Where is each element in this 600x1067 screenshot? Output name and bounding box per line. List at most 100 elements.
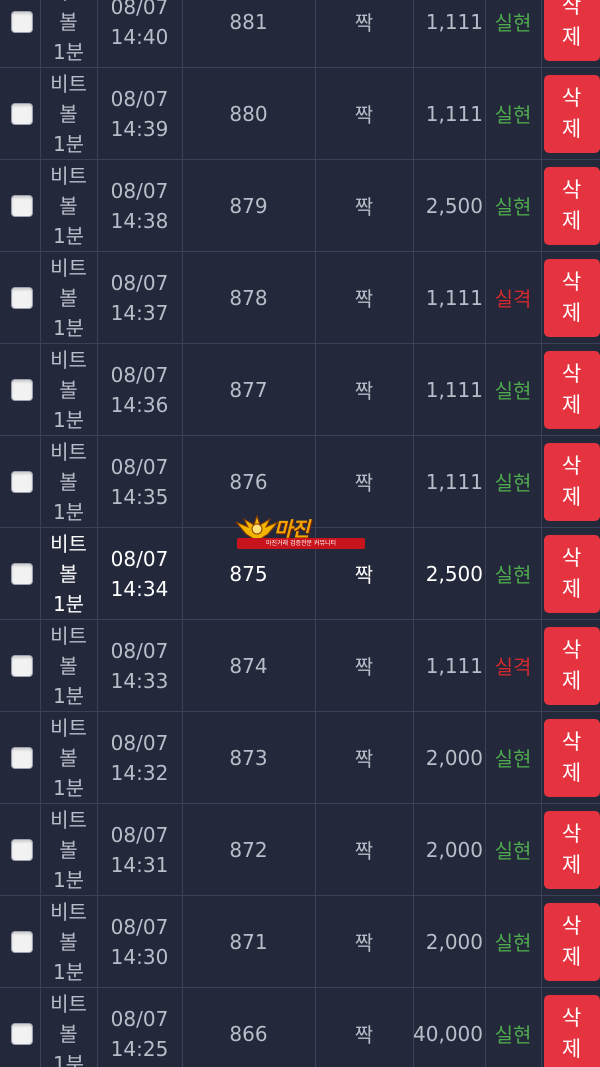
- delete-button[interactable]: 삭 제: [543, 258, 600, 337]
- bet-history-table: 비트 볼 1분 08/07 14:40 881 짝 1,111 실현 삭 제 비…: [0, 0, 600, 1067]
- delete-button[interactable]: 삭 제: [543, 0, 600, 61]
- round-number: 874: [229, 653, 268, 678]
- round-number: 877: [229, 377, 268, 402]
- delete-cell: 삭 제: [541, 160, 600, 251]
- delete-button[interactable]: 삭 제: [543, 902, 600, 981]
- bet-time: 08/07 14:39: [110, 86, 169, 141]
- delete-button[interactable]: 삭 제: [543, 534, 600, 613]
- row-select-cell: [4, 344, 40, 435]
- row-select-cell: [4, 988, 40, 1067]
- row-select-cell: [4, 804, 40, 895]
- bet-amount: 2,000: [425, 837, 483, 862]
- row-select-cell: [4, 528, 40, 619]
- game-name: 비트 볼 1분: [50, 899, 87, 984]
- bet-pick: 짝: [354, 471, 374, 495]
- game-name: 비트 볼 1분: [50, 991, 87, 1067]
- bet-pick: 짝: [354, 1023, 374, 1047]
- delete-cell: 삭 제: [541, 896, 600, 987]
- bet-time: 08/07 14:25: [110, 1006, 169, 1061]
- bet-pick: 짝: [354, 379, 374, 403]
- delete-cell: 삭 제: [541, 528, 600, 619]
- bet-time: 08/07 14:30: [110, 914, 169, 969]
- bet-amount: 1,111: [425, 9, 483, 34]
- bet-result: 실현: [494, 747, 532, 771]
- row-select-checkbox[interactable]: [11, 194, 33, 217]
- delete-button[interactable]: 삭 제: [543, 718, 600, 797]
- bet-result: 실현: [494, 379, 532, 403]
- row-select-checkbox[interactable]: [11, 746, 33, 769]
- row-select-checkbox[interactable]: [11, 562, 33, 585]
- bet-time: 08/07 14:40: [110, 0, 169, 49]
- delete-cell: 삭 제: [541, 804, 600, 895]
- delete-button[interactable]: 삭 제: [543, 350, 600, 429]
- delete-button[interactable]: 삭 제: [543, 626, 600, 705]
- row-select-checkbox[interactable]: [11, 102, 33, 125]
- bet-result: 실현: [494, 563, 532, 587]
- row-select-cell: [4, 68, 40, 159]
- table-row: 비트 볼 1분 08/07 14:37 878 짝 1,111 실격 삭 제: [0, 251, 600, 343]
- delete-cell: 삭 제: [541, 252, 600, 343]
- table-row: 비트 볼 1분 08/07 14:35 876 짝 1,111 실현 삭 제: [0, 435, 600, 527]
- table-row: 비트 볼 1분 08/07 14:30 871 짝 2,000 실현 삭 제: [0, 895, 600, 987]
- round-number: 873: [229, 745, 268, 770]
- delete-button[interactable]: 삭 제: [543, 994, 600, 1067]
- bet-result: 실격: [494, 655, 532, 679]
- delete-button[interactable]: 삭 제: [543, 166, 600, 245]
- row-select-checkbox[interactable]: [11, 930, 33, 953]
- row-select-cell: [4, 896, 40, 987]
- round-number: 875: [229, 561, 268, 586]
- game-name: 비트 볼 1분: [50, 715, 87, 800]
- row-select-checkbox[interactable]: [11, 470, 33, 493]
- row-select-checkbox[interactable]: [11, 378, 33, 401]
- delete-cell: 삭 제: [541, 620, 600, 711]
- round-number: 872: [229, 837, 268, 862]
- table-row: 비트 볼 1분 08/07 14:34 875 짝 2,500 실현 삭 제: [0, 527, 600, 619]
- round-number: 880: [229, 101, 268, 126]
- bet-result: 실현: [494, 1023, 532, 1047]
- bet-pick: 짝: [354, 747, 374, 771]
- bet-pick: 짝: [354, 103, 374, 127]
- row-select-checkbox[interactable]: [11, 1022, 33, 1045]
- row-select-checkbox[interactable]: [11, 654, 33, 677]
- row-select-cell: [4, 160, 40, 251]
- bet-time: 08/07 14:38: [110, 178, 169, 233]
- row-select-checkbox[interactable]: [11, 10, 33, 33]
- row-select-cell: [4, 712, 40, 803]
- bet-time: 08/07 14:33: [110, 638, 169, 693]
- row-select-checkbox[interactable]: [11, 838, 33, 861]
- bet-result: 실현: [494, 11, 532, 35]
- delete-button[interactable]: 삭 제: [543, 442, 600, 521]
- bet-amount: 2,500: [425, 561, 483, 586]
- delete-cell: 삭 제: [541, 436, 600, 527]
- game-name: 비트 볼 1분: [50, 163, 87, 248]
- bet-amount: 1,111: [425, 377, 483, 402]
- bet-pick: 짝: [354, 287, 374, 311]
- delete-cell: 삭 제: [541, 712, 600, 803]
- bet-time: 08/07 14:35: [110, 454, 169, 509]
- bet-result: 실현: [494, 839, 532, 863]
- bet-pick: 짝: [354, 11, 374, 35]
- bet-time: 08/07 14:37: [110, 270, 169, 325]
- round-number: 876: [229, 469, 268, 494]
- round-number: 878: [229, 285, 268, 310]
- delete-button[interactable]: 삭 제: [543, 74, 600, 153]
- table-row: 비트 볼 1분 08/07 14:32 873 짝 2,000 실현 삭 제: [0, 711, 600, 803]
- bet-result: 실현: [494, 931, 532, 955]
- table-row: 비트 볼 1분 08/07 14:38 879 짝 2,500 실현 삭 제: [0, 159, 600, 251]
- bet-amount: 1,111: [425, 285, 483, 310]
- bet-amount: 2,500: [425, 193, 483, 218]
- game-name: 비트 볼 1분: [50, 623, 87, 708]
- bet-pick: 짝: [354, 563, 374, 587]
- table-row: 비트 볼 1분 08/07 14:39 880 짝 1,111 실현 삭 제: [0, 67, 600, 159]
- delete-button[interactable]: 삭 제: [543, 810, 600, 889]
- delete-cell: 삭 제: [541, 0, 600, 67]
- bet-pick: 짝: [354, 195, 374, 219]
- delete-cell: 삭 제: [541, 68, 600, 159]
- game-name: 비트 볼 1분: [50, 807, 87, 892]
- bet-result: 실현: [494, 195, 532, 219]
- row-select-cell: [4, 620, 40, 711]
- game-name: 비트 볼 1분: [50, 439, 87, 524]
- row-select-checkbox[interactable]: [11, 286, 33, 309]
- game-name: 비트 볼 1분: [50, 71, 87, 156]
- bet-time: 08/07 14:32: [110, 730, 169, 785]
